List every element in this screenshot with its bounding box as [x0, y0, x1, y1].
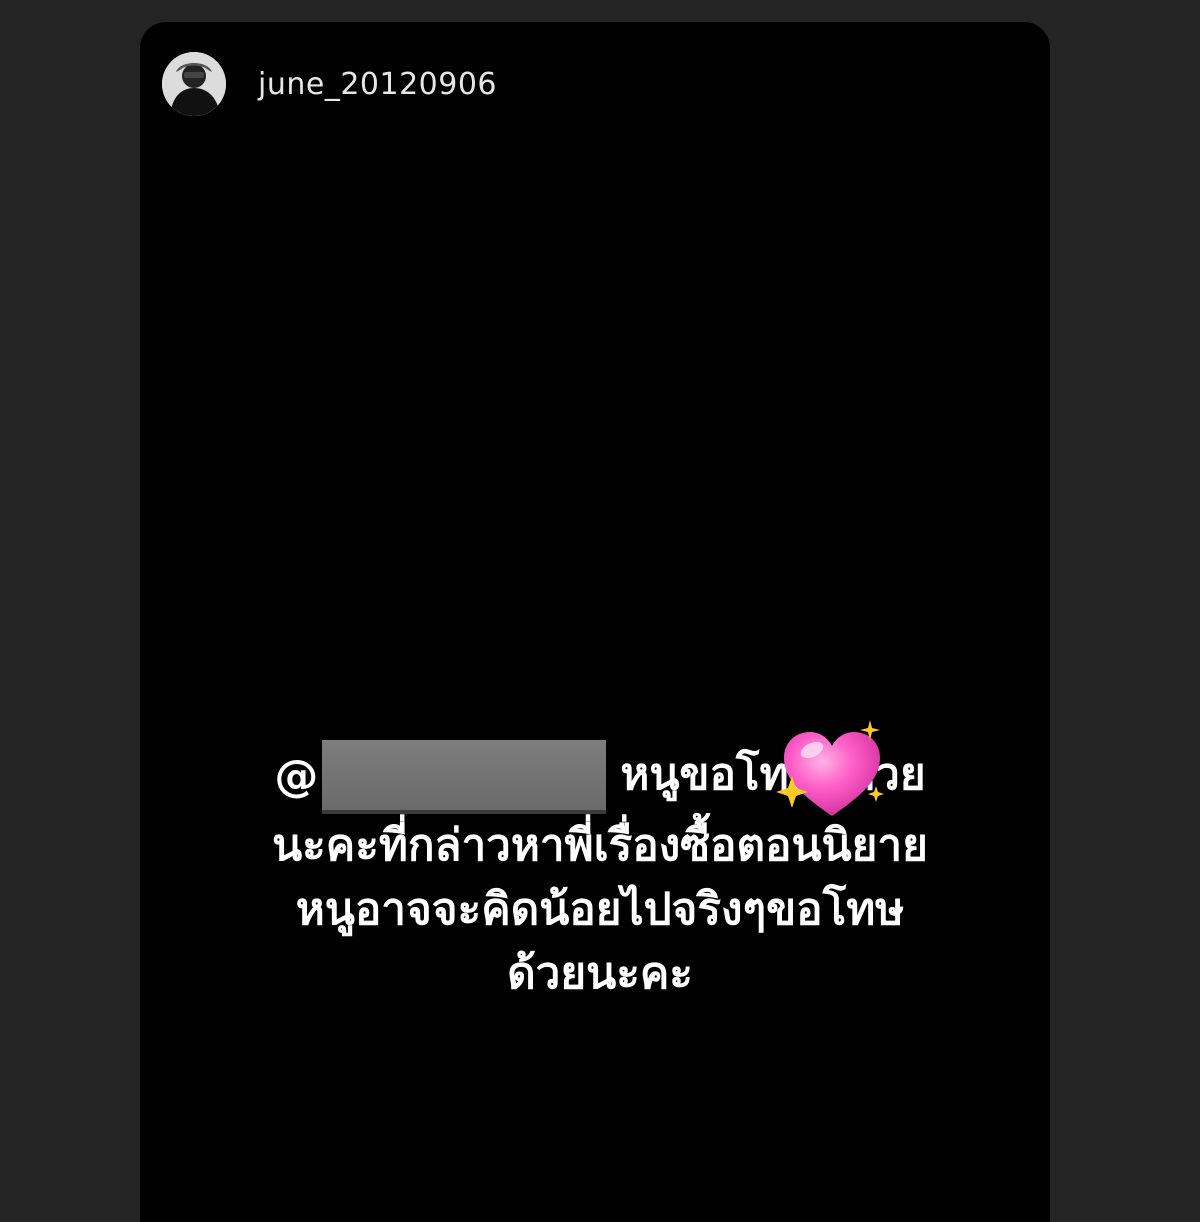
- mention-at-sign: @: [274, 751, 319, 802]
- sparkling-heart-sticker: [776, 720, 884, 816]
- story-card: june_20120906 @ หนูขอโทษพี่ด้วย นะคะที่กล…: [140, 22, 1050, 1222]
- avatar-image: [162, 52, 226, 116]
- caption-line-4: ด้วยนะคะ: [507, 948, 693, 999]
- caption-line-3: หนูอาจจะคิดน้อยไปจริงๆขอโทษ: [295, 884, 905, 935]
- username[interactable]: june_20120906: [258, 67, 497, 102]
- avatar[interactable]: [162, 52, 226, 116]
- story-header: june_20120906: [162, 52, 497, 116]
- redacted-mention: [322, 740, 607, 814]
